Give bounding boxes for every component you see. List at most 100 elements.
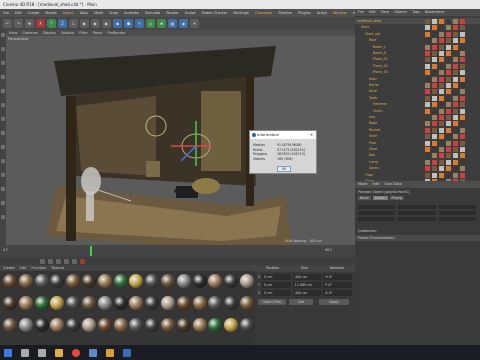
play-icon[interactable] bbox=[56, 258, 61, 264]
menu-window[interactable]: Window bbox=[333, 9, 347, 17]
tab-coord[interactable]: Coord. bbox=[372, 196, 388, 200]
object-tags[interactable] bbox=[425, 140, 480, 146]
material-swatch[interactable] bbox=[66, 296, 81, 310]
attr-field[interactable] bbox=[438, 205, 476, 209]
object-row[interactable]: Beam_L bbox=[355, 44, 480, 50]
attribute-menu-mode[interactable]: Mode bbox=[358, 181, 368, 188]
material-swatch[interactable] bbox=[145, 318, 160, 332]
object-name[interactable]: Chain bbox=[373, 108, 382, 114]
object-row[interactable]: medieval shed bbox=[355, 18, 480, 24]
material-swatch[interactable] bbox=[208, 296, 223, 310]
toolbar-button-13[interactable]: ◎ bbox=[146, 19, 155, 28]
object-row[interactable]: Plank_01 bbox=[355, 56, 480, 63]
object-tags[interactable] bbox=[425, 172, 480, 178]
object-tags[interactable] bbox=[425, 134, 480, 140]
ok-button[interactable]: OK bbox=[277, 166, 291, 172]
position-z-field[interactable]: 0 cm bbox=[262, 290, 291, 296]
material-swatch[interactable] bbox=[18, 318, 33, 332]
mode-tool-icon[interactable] bbox=[1, 131, 5, 135]
toolbar-button-15[interactable]: ▦ bbox=[168, 19, 177, 28]
mode-tool-icon[interactable] bbox=[1, 61, 5, 65]
object-row[interactable]: Shed bbox=[355, 24, 480, 31]
material-menu-texture[interactable]: Texture bbox=[51, 265, 64, 271]
object-name[interactable]: Door bbox=[369, 76, 377, 82]
go-start-icon[interactable] bbox=[40, 258, 45, 264]
material-swatch[interactable] bbox=[97, 318, 112, 332]
mode-tool-icon[interactable] bbox=[1, 103, 5, 107]
object-row[interactable]: Chain bbox=[355, 108, 480, 114]
object-row[interactable]: Hay bbox=[355, 114, 480, 120]
object-menu-edit[interactable]: Edit bbox=[369, 9, 376, 16]
toolbar-button-17[interactable]: ☀ bbox=[190, 19, 199, 28]
material-swatch[interactable] bbox=[240, 274, 254, 288]
mode-tool-icon[interactable] bbox=[1, 89, 5, 93]
toolbar-button-14[interactable]: ❀ bbox=[157, 19, 166, 28]
object-name[interactable]: Bucket bbox=[369, 127, 380, 133]
material-swatch[interactable] bbox=[176, 318, 191, 332]
object-menu-tags[interactable]: Tags bbox=[412, 9, 420, 16]
attr-field[interactable] bbox=[438, 217, 476, 221]
mode-tool-icon[interactable] bbox=[1, 215, 5, 219]
material-swatch[interactable] bbox=[240, 318, 254, 332]
object-tags[interactable] bbox=[425, 19, 480, 24]
menu-modes[interactable]: Modes bbox=[45, 9, 56, 17]
attribute-menu-user-data[interactable]: User Data bbox=[384, 181, 401, 188]
toolbar-button-10[interactable]: ◆ bbox=[113, 19, 122, 28]
object-tags[interactable] bbox=[425, 83, 480, 88]
object-tags[interactable] bbox=[425, 76, 480, 82]
material-swatch[interactable] bbox=[66, 274, 81, 288]
object-tags[interactable] bbox=[425, 44, 480, 50]
material-swatch[interactable] bbox=[34, 296, 49, 310]
freeze-transformation-section[interactable]: Freeze Transformation bbox=[355, 235, 480, 241]
material-swatch[interactable] bbox=[192, 296, 207, 310]
toolbar-button-9[interactable]: ▶ bbox=[102, 19, 111, 28]
toolbar-button-11[interactable]: ⬢ bbox=[124, 19, 133, 28]
object-tags[interactable] bbox=[425, 108, 480, 114]
object-name[interactable]: Hay bbox=[369, 114, 375, 120]
rotation-p-field[interactable]: P 0° bbox=[323, 282, 352, 288]
object-tags[interactable] bbox=[425, 127, 480, 133]
record-icon[interactable] bbox=[80, 258, 85, 264]
material-swatch[interactable] bbox=[3, 296, 17, 310]
toolbar-button-2[interactable]: ✥ bbox=[25, 19, 34, 28]
next-key-icon[interactable] bbox=[64, 258, 69, 264]
object-menu-bookmarks[interactable]: Bookmarks bbox=[425, 9, 445, 16]
material-swatch[interactable] bbox=[129, 274, 144, 288]
timeline-ruler[interactable]: 0 F 90 F Grid Spacing : 100 cm bbox=[0, 239, 355, 257]
material-swatch[interactable] bbox=[3, 274, 17, 288]
attr-field[interactable] bbox=[358, 205, 396, 209]
object-tags[interactable] bbox=[425, 25, 480, 31]
menu-tools[interactable]: Tools bbox=[79, 9, 88, 17]
material-swatch[interactable] bbox=[82, 296, 96, 310]
object-name[interactable]: Shed_old bbox=[365, 31, 380, 37]
apply-button[interactable]: Apply bbox=[319, 299, 349, 305]
material-swatch[interactable] bbox=[208, 318, 223, 332]
object-row[interactable]: Box bbox=[355, 152, 480, 159]
material-swatch[interactable] bbox=[145, 296, 160, 310]
object-row[interactable]: Beam_R bbox=[355, 50, 480, 56]
object-tags[interactable] bbox=[425, 57, 480, 63]
object-row[interactable]: Hammer bbox=[355, 101, 480, 108]
menu-edit[interactable]: Edit bbox=[15, 9, 22, 17]
object-tags[interactable] bbox=[425, 95, 480, 101]
mode-tool-icon[interactable] bbox=[1, 201, 5, 205]
object-row[interactable]: Anvil bbox=[355, 88, 480, 95]
menu-simulate[interactable]: Simulate bbox=[145, 9, 160, 17]
mode-tool-icon[interactable] bbox=[1, 75, 5, 79]
material-swatch[interactable] bbox=[240, 296, 254, 310]
mode-tool-icon[interactable] bbox=[1, 173, 5, 177]
playhead[interactable] bbox=[90, 246, 92, 256]
material-swatch[interactable] bbox=[97, 274, 112, 288]
object-name[interactable]: Roof bbox=[369, 37, 376, 43]
menu-animate[interactable]: Animate bbox=[124, 9, 139, 17]
material-swatch[interactable] bbox=[161, 274, 175, 288]
mode-tool-icon[interactable] bbox=[1, 145, 5, 149]
toolbar-button-8[interactable]: ▶ bbox=[91, 19, 100, 28]
object-name[interactable]: Plank_01 bbox=[373, 56, 388, 62]
tab-basic[interactable]: Basic bbox=[358, 196, 371, 200]
material-swatch[interactable] bbox=[129, 296, 144, 310]
mode-tool-icon[interactable] bbox=[1, 117, 5, 121]
toolbar-button-7[interactable]: ▶ bbox=[80, 19, 89, 28]
material-menu-create[interactable]: Create bbox=[3, 265, 15, 271]
material-swatch[interactable] bbox=[113, 296, 128, 310]
